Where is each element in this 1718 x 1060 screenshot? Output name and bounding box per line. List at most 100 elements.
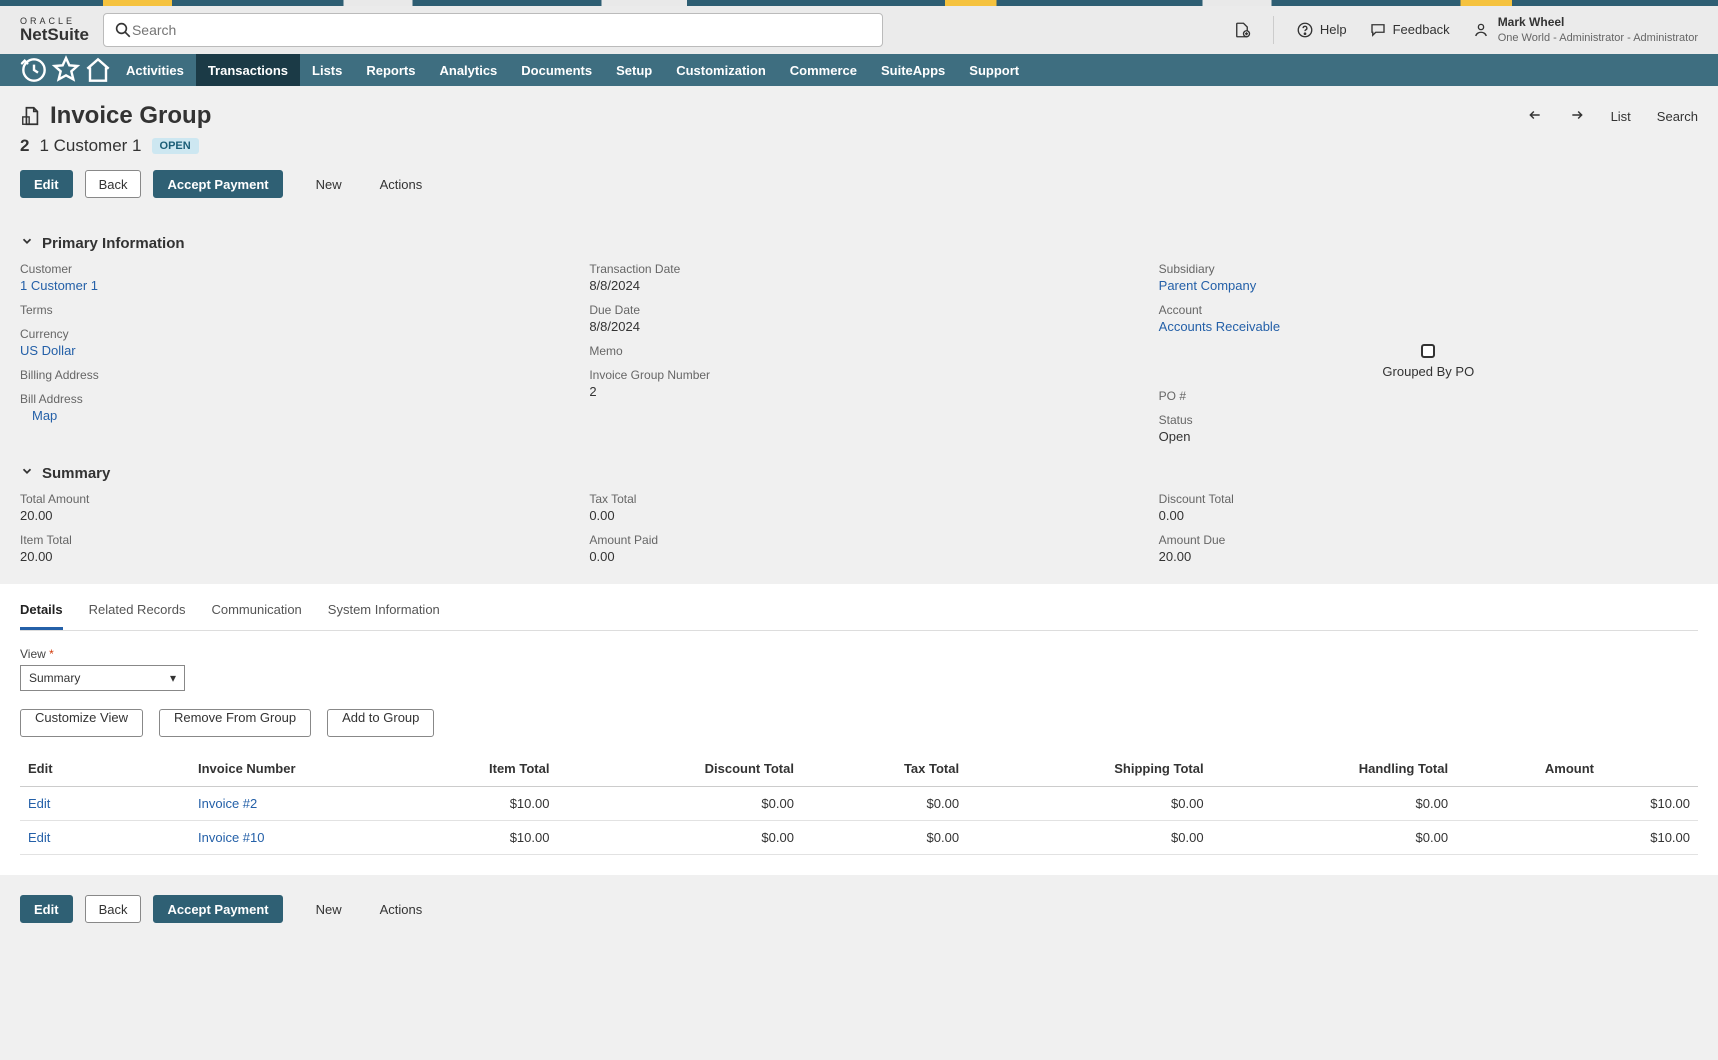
tab-strip: Details Related Records Communication Sy… <box>0 584 1718 630</box>
new-button-bottom[interactable]: New <box>303 895 355 923</box>
terms-label: Terms <box>20 303 559 317</box>
customize-view-button[interactable]: Customize View <box>20 709 143 737</box>
page-header: Invoice Group 2 1 Customer 1 OPEN List S… <box>0 86 1718 160</box>
table-row: Edit Invoice #2 $10.00 $0.00 $0.00 $0.00… <box>20 787 1698 821</box>
billing-address-label: Billing Address <box>20 368 559 382</box>
actions-button[interactable]: Actions <box>367 170 436 198</box>
nav-commerce[interactable]: Commerce <box>778 54 869 86</box>
home-icon[interactable] <box>82 54 114 86</box>
row-handling-total: $0.00 <box>1212 787 1456 821</box>
col-edit[interactable]: Edit <box>20 751 190 787</box>
item-total-value: 20.00 <box>20 549 559 564</box>
row-discount-total: $0.00 <box>557 821 801 855</box>
total-amount-value: 20.00 <box>20 508 559 523</box>
currency-label: Currency <box>20 327 559 341</box>
search-link[interactable]: Search <box>1657 109 1698 124</box>
col-discount-total[interactable]: Discount Total <box>557 751 801 787</box>
col-amount[interactable]: Amount <box>1456 751 1598 787</box>
feedback-link[interactable]: Feedback <box>1369 21 1450 39</box>
status-label: Status <box>1159 413 1698 427</box>
feedback-label: Feedback <box>1393 22 1450 37</box>
accept-payment-button[interactable]: Accept Payment <box>153 170 282 198</box>
new-button[interactable]: New <box>303 170 355 198</box>
accept-payment-button-bottom[interactable]: Accept Payment <box>153 895 282 923</box>
amount-due-label: Amount Due <box>1159 533 1698 547</box>
list-link[interactable]: List <box>1611 109 1631 124</box>
currency-link[interactable]: US Dollar <box>20 343 559 358</box>
prev-record-arrow[interactable] <box>1527 108 1543 125</box>
account-label: Account <box>1159 303 1698 317</box>
transaction-date-value: 8/8/2024 <box>589 278 1128 293</box>
customer-label: Customer <box>20 262 559 276</box>
tab-container: Details Related Records Communication Sy… <box>0 584 1718 875</box>
grouped-by-po-checkbox[interactable] <box>1421 344 1435 358</box>
help-icon <box>1296 21 1314 39</box>
add-to-group-button[interactable]: Add to Group <box>327 709 434 737</box>
row-invoice-link[interactable]: Invoice #2 <box>198 796 257 811</box>
remove-from-group-button[interactable]: Remove From Group <box>159 709 311 737</box>
back-button[interactable]: Back <box>85 170 142 198</box>
nav-transactions[interactable]: Transactions <box>196 54 300 86</box>
search-icon <box>114 21 132 39</box>
col-invoice-number[interactable]: Invoice Number <box>190 751 380 787</box>
col-tax-total[interactable]: Tax Total <box>802 751 967 787</box>
nav-customization[interactable]: Customization <box>664 54 778 86</box>
row-shipping-total: $0.00 <box>967 787 1211 821</box>
due-date-value: 8/8/2024 <box>589 319 1128 334</box>
nav-reports[interactable]: Reports <box>354 54 427 86</box>
row-tax-total: $0.00 <box>802 821 967 855</box>
col-item-total[interactable]: Item Total <box>380 751 557 787</box>
total-amount-label: Total Amount <box>20 492 559 506</box>
row-handling-total: $0.00 <box>1212 821 1456 855</box>
user-menu[interactable]: Mark Wheel One World - Administrator - A… <box>1472 15 1698 45</box>
memo-label: Memo <box>589 344 1128 358</box>
nav-documents[interactable]: Documents <box>509 54 604 86</box>
account-link[interactable]: Accounts Receivable <box>1159 319 1698 334</box>
row-amount-value: $10.00 <box>1598 821 1698 855</box>
discount-total-label: Discount Total <box>1159 492 1698 506</box>
record-customer: 1 Customer 1 <box>39 136 141 156</box>
help-link[interactable]: Help <box>1296 21 1347 39</box>
row-amount-value: $10.00 <box>1598 787 1698 821</box>
nav-suiteapps[interactable]: SuiteApps <box>869 54 957 86</box>
row-tax-total: $0.00 <box>802 787 967 821</box>
primary-info-toggle[interactable]: Primary Information <box>20 234 1698 252</box>
row-edit-link[interactable]: Edit <box>28 830 50 845</box>
logo-netsuite: NetSuite <box>20 26 89 43</box>
customer-link[interactable]: 1 Customer 1 <box>20 278 559 293</box>
record-id: 2 <box>20 136 29 156</box>
row-invoice-link[interactable]: Invoice #10 <box>198 830 265 845</box>
nav-support[interactable]: Support <box>957 54 1031 86</box>
nav-setup[interactable]: Setup <box>604 54 664 86</box>
tax-total-label: Tax Total <box>589 492 1128 506</box>
next-record-arrow[interactable] <box>1569 108 1585 125</box>
tab-related-records[interactable]: Related Records <box>89 596 186 630</box>
tab-communication[interactable]: Communication <box>211 596 301 630</box>
subsidiary-link[interactable]: Parent Company <box>1159 278 1698 293</box>
transaction-date-label: Transaction Date <box>589 262 1128 276</box>
row-edit-link[interactable]: Edit <box>28 796 50 811</box>
global-search[interactable] <box>103 13 883 47</box>
tab-details[interactable]: Details <box>20 596 63 630</box>
search-input[interactable] <box>132 22 872 38</box>
col-shipping-total[interactable]: Shipping Total <box>967 751 1211 787</box>
nav-lists[interactable]: Lists <box>300 54 354 86</box>
recent-records-icon[interactable] <box>18 54 50 86</box>
grouped-by-po-label: Grouped By PO <box>1382 364 1474 379</box>
row-shipping-total: $0.00 <box>967 821 1211 855</box>
view-select[interactable]: Summary ▾ <box>20 665 185 691</box>
map-link[interactable]: Map <box>32 408 559 423</box>
col-handling-total[interactable]: Handling Total <box>1212 751 1456 787</box>
record-type-icon <box>20 105 42 127</box>
summary-toggle[interactable]: Summary <box>20 464 1698 482</box>
tab-system-information[interactable]: System Information <box>328 596 440 630</box>
favorite-icon[interactable] <box>50 54 82 86</box>
nav-activities[interactable]: Activities <box>114 54 196 86</box>
nav-analytics[interactable]: Analytics <box>427 54 509 86</box>
create-new-icon[interactable] <box>1233 21 1251 39</box>
actions-button-bottom[interactable]: Actions <box>367 895 436 923</box>
edit-button-bottom[interactable]: Edit <box>20 895 73 923</box>
back-button-bottom[interactable]: Back <box>85 895 142 923</box>
po-number-label: PO # <box>1159 389 1698 403</box>
edit-button[interactable]: Edit <box>20 170 73 198</box>
